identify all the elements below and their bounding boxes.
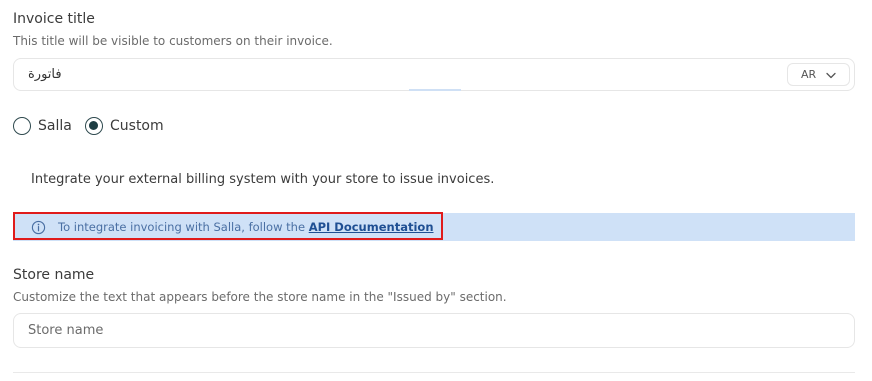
section-divider — [13, 372, 855, 373]
invoice-title-field[interactable]: فاتورة AR — [13, 58, 855, 91]
invoice-title-value[interactable]: فاتورة — [28, 67, 62, 82]
language-select-value: AR — [801, 68, 817, 81]
language-select[interactable]: AR — [787, 63, 850, 86]
store-name-input[interactable] — [13, 313, 855, 348]
radio-custom-label[interactable]: Custom — [110, 118, 164, 134]
invoice-title-description: This title will be visible to customers … — [13, 34, 333, 48]
radio-salla-label[interactable]: Salla — [38, 118, 72, 134]
highlight-box — [13, 212, 443, 240]
store-name-description: Customize the text that appears before t… — [13, 290, 507, 304]
focus-underline — [409, 89, 461, 91]
radio-salla[interactable] — [13, 117, 31, 135]
radio-custom[interactable] — [85, 117, 103, 135]
store-name-label: Store name — [13, 267, 95, 283]
invoice-title-label: Invoice title — [13, 11, 95, 27]
chevron-down-icon — [826, 72, 836, 79]
integration-description: Integrate your external billing system w… — [31, 172, 495, 187]
